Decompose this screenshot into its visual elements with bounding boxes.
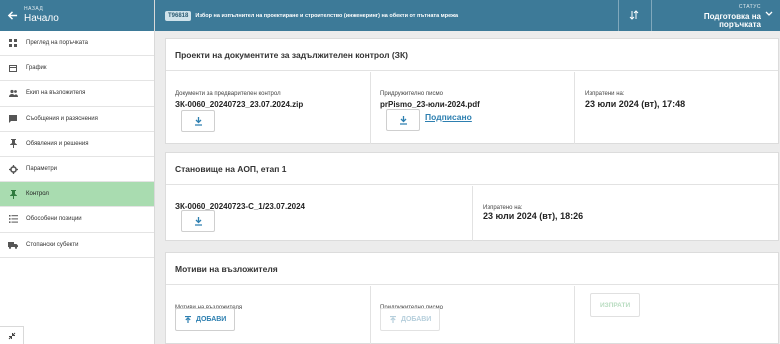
gear-icon — [8, 164, 18, 174]
sidebar-item-schedule[interactable]: График — [0, 56, 154, 82]
button-label: ИЗПРАТИ — [600, 301, 631, 309]
sidebar-item-team[interactable]: Екип на възложителя — [0, 81, 154, 107]
signed-link[interactable]: Подписано — [425, 112, 472, 122]
send-button[interactable]: ИЗПРАТИ — [590, 293, 641, 317]
add-reasons-button[interactable]: ДОБАВИ — [175, 308, 236, 331]
column-divider — [574, 286, 575, 344]
status-value: Подготовка на поръчката — [703, 12, 761, 29]
sidebar-item-label: Стопански субекти — [26, 241, 79, 248]
button-label: ДОБАВИ — [196, 316, 227, 323]
download-icon — [194, 216, 202, 226]
aop-opinion-card: Становище на АОП, етап 1 ЗК-0060_2024072… — [165, 152, 779, 241]
sidebar-item-label: Контрол — [26, 191, 49, 198]
download-icon — [399, 115, 407, 125]
sidebar-item-label: Обявления и решения — [26, 140, 89, 147]
column-divider — [472, 186, 473, 241]
calendar-icon — [8, 63, 18, 73]
download-button[interactable] — [386, 109, 420, 131]
pin-icon — [8, 139, 18, 149]
button-label: ДОБАВИ — [401, 316, 432, 323]
chevron-down-icon[interactable] — [765, 10, 773, 19]
topbar-divider — [651, 0, 652, 31]
message-icon — [8, 114, 18, 124]
sidebar-item-entities[interactable]: Стопански субекти — [0, 233, 154, 258]
sidebar-header: НАЗАД Начало — [0, 0, 154, 31]
sidebar-item-label: Съобщения и разяснения — [26, 115, 98, 122]
truck-icon — [8, 240, 18, 250]
procedure-title: Избор на изпълнител на проектиране и стр… — [195, 12, 459, 19]
contracting-authority-reasons-card: Мотиви на възложителя Мотиви на възложит… — [165, 252, 779, 344]
sidebar-item-label: Параметри — [26, 166, 58, 173]
sidebar-item-overview[interactable]: Преглед на поръчката — [0, 31, 154, 57]
add-cover-letter-button[interactable]: ДОБАВИ — [380, 308, 441, 331]
sidebar-item-parameters[interactable]: Параметри — [0, 157, 154, 183]
sidebar-item-label: Екип на възложителя — [26, 90, 86, 97]
pin-icon — [8, 189, 18, 199]
download-button[interactable] — [181, 210, 215, 232]
sidebar-item-control[interactable]: Контрол — [0, 182, 154, 208]
column-divider — [574, 72, 575, 144]
card-title: Становище на АОП, етап 1 — [166, 153, 778, 185]
column-divider — [370, 286, 371, 344]
card-title: Проекти на документите за задължителен к… — [166, 39, 778, 71]
grid-icon — [8, 38, 18, 48]
date-value: 23 юли 2024 (вт), 17:48 — [585, 99, 686, 109]
card-title: Мотиви на възложителя — [166, 253, 778, 285]
sidebar: НАЗАД Начало Преглед на поръчката График… — [0, 0, 155, 344]
status-dropdown[interactable]: СТАТУС Подготовка на поръчката — [661, 5, 761, 29]
sent-on-date: 23 юли 2024 (вт), 17:48 — [585, 94, 685, 112]
sidebar-item-label: Преглед на поръчката — [26, 40, 89, 47]
control-documents-card: Проекти на документите за задължителен к… — [165, 38, 779, 144]
sidebar-item-lots[interactable]: Обособени позиции — [0, 207, 154, 233]
sidebar-item-notices[interactable]: Обявления и решения — [0, 132, 154, 157]
back-link[interactable]: НАЗАД Начало — [24, 7, 59, 24]
collapse-icon[interactable] — [0, 326, 24, 344]
back-arrow-icon[interactable] — [0, 0, 24, 31]
home-label: Начало — [24, 13, 59, 24]
sent-on-date: 23 юли 2024 (вт), 18:26 — [483, 206, 583, 224]
procedure-id-badge: Т96818 — [165, 10, 192, 21]
sidebar-item-label: График — [26, 65, 47, 72]
status-label: СТАТУС — [738, 4, 761, 10]
sidebar-item-messages[interactable]: Съобщения и разяснения — [0, 107, 154, 132]
topbar-divider — [618, 0, 619, 31]
upload-icon — [185, 315, 191, 323]
file-name[interactable]: prPismo_23-юли-2024.pdf — [380, 100, 480, 109]
column-divider — [370, 72, 371, 144]
upload-icon — [390, 315, 396, 323]
back-label: НАЗАД — [24, 6, 44, 12]
sidebar-item-label: Обособени позиции — [26, 216, 82, 223]
team-icon — [8, 88, 18, 98]
download-icon — [194, 116, 202, 126]
sort-icon[interactable] — [627, 8, 641, 22]
top-bar: Т96818 Избор на изпълнител на проектиран… — [155, 0, 780, 31]
file-name[interactable]: ЗК-0060_20240723_23.07.2024.zip — [175, 100, 303, 109]
list-icon — [8, 214, 18, 224]
date-value: 23 юли 2024 (вт), 18:26 — [483, 211, 584, 221]
sidebar-menu: Преглед на поръчката График Екип на възл… — [0, 31, 154, 258]
download-button[interactable] — [181, 110, 215, 132]
